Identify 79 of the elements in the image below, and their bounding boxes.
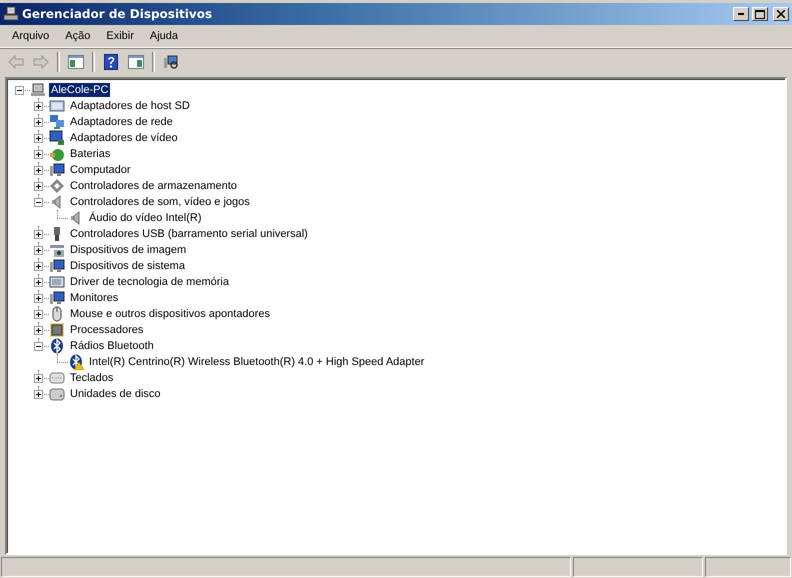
collapse-toggle[interactable]	[15, 86, 24, 94]
plus-icon	[35, 374, 42, 382]
expand-toggle[interactable]	[34, 166, 43, 174]
plus-icon	[35, 118, 42, 126]
minimize-button[interactable]	[733, 7, 749, 21]
close-icon	[777, 10, 785, 18]
menu-item[interactable]: Arquivo	[4, 28, 58, 44]
tree-item[interactable]: Driver de tecnologia de memória	[68, 275, 231, 289]
expand-toggle[interactable]	[34, 150, 43, 158]
collapse-toggle[interactable]	[34, 342, 43, 350]
plus-icon	[35, 278, 42, 286]
close-button[interactable]	[773, 7, 789, 21]
tree-item[interactable]: Controladores USB (barramento serial universal)	[68, 227, 310, 241]
expand-toggle[interactable]	[34, 278, 43, 286]
network-icon	[49, 114, 65, 130]
plus-icon	[35, 326, 42, 334]
plus-icon	[35, 246, 42, 254]
tree-item[interactable]: Adaptadores de rede	[68, 115, 175, 129]
expand-toggle[interactable]	[34, 310, 43, 318]
camera-icon	[49, 242, 65, 258]
plus-icon	[35, 230, 42, 238]
plus-icon	[35, 150, 42, 158]
menu-item[interactable]: Ação	[57, 28, 98, 44]
battery-icon	[49, 146, 65, 162]
display-icon	[49, 130, 65, 146]
tree-item[interactable]: Rádios Bluetooth	[68, 339, 156, 353]
tree-item[interactable]: Computador	[68, 163, 133, 177]
plus-icon	[35, 262, 42, 270]
expand-toggle[interactable]	[34, 326, 43, 334]
expand-toggle[interactable]	[34, 262, 43, 270]
action-pane-icon	[128, 55, 144, 69]
menu-item[interactable]: Ajuda	[142, 28, 186, 44]
expand-toggle[interactable]	[34, 102, 43, 110]
maximize-icon	[755, 10, 765, 18]
forward-arrow-icon	[33, 55, 49, 69]
memory-icon	[49, 274, 65, 290]
console-tree-icon	[68, 55, 84, 69]
help-icon	[104, 54, 118, 70]
tree-item[interactable]: Adaptadores de host SD	[68, 99, 192, 113]
computer-icon	[3, 6, 19, 22]
back-arrow-icon	[8, 55, 24, 69]
expand-toggle[interactable]	[34, 390, 43, 398]
menu-item[interactable]: Exibir	[98, 28, 142, 44]
tree-item[interactable]: Dispositivos de imagem	[68, 243, 188, 257]
tree-item[interactable]: Áudio do vídeo Intel(R)	[87, 211, 204, 225]
plus-icon	[35, 102, 42, 110]
plus-icon	[35, 310, 42, 318]
plus-icon	[35, 182, 42, 190]
collapse-toggle[interactable]	[34, 198, 43, 206]
tree-item[interactable]: Unidades de disco	[68, 387, 163, 401]
tree-item[interactable]: Dispositivos de sistema	[68, 259, 187, 273]
tree-item[interactable]: Controladores de som, vídeo e jogos	[68, 195, 252, 209]
plus-icon	[35, 390, 42, 398]
tree-item[interactable]: AleCole-PC	[49, 83, 110, 97]
tree-item[interactable]: Adaptadores de vídeo	[68, 131, 180, 145]
scan-hardware-icon	[163, 54, 179, 70]
plus-icon	[35, 134, 42, 142]
tree-item[interactable]: Mouse e outros dispositivos apontadores	[68, 307, 272, 321]
expand-toggle[interactable]	[34, 182, 43, 190]
card-icon	[49, 98, 65, 114]
expand-toggle[interactable]	[34, 230, 43, 238]
tree-item[interactable]: Baterias	[68, 147, 112, 161]
plus-icon	[35, 294, 42, 302]
maximize-button[interactable]	[752, 7, 768, 21]
minimize-icon	[738, 13, 744, 15]
expand-toggle[interactable]	[34, 374, 43, 382]
tree-item[interactable]: Processadores	[68, 323, 146, 337]
window-title: Gerenciador de Dispositivos	[22, 7, 214, 21]
expand-toggle[interactable]	[34, 134, 43, 142]
computer-icon	[30, 82, 46, 98]
tree-item[interactable]: Monitores	[68, 291, 120, 305]
plus-icon	[35, 166, 42, 174]
tree-item[interactable]: Controladores de armazenamento	[68, 179, 239, 193]
tree-item[interactable]: Intel(R) Centrino(R) Wireless Bluetooth(R) 4.0 + High Speed Adapter	[87, 355, 426, 369]
bluetooth-icon	[49, 338, 65, 354]
expand-toggle[interactable]	[34, 246, 43, 254]
expand-toggle[interactable]	[34, 294, 43, 302]
expand-toggle[interactable]	[34, 118, 43, 126]
tree-item[interactable]: Teclados	[68, 371, 116, 385]
